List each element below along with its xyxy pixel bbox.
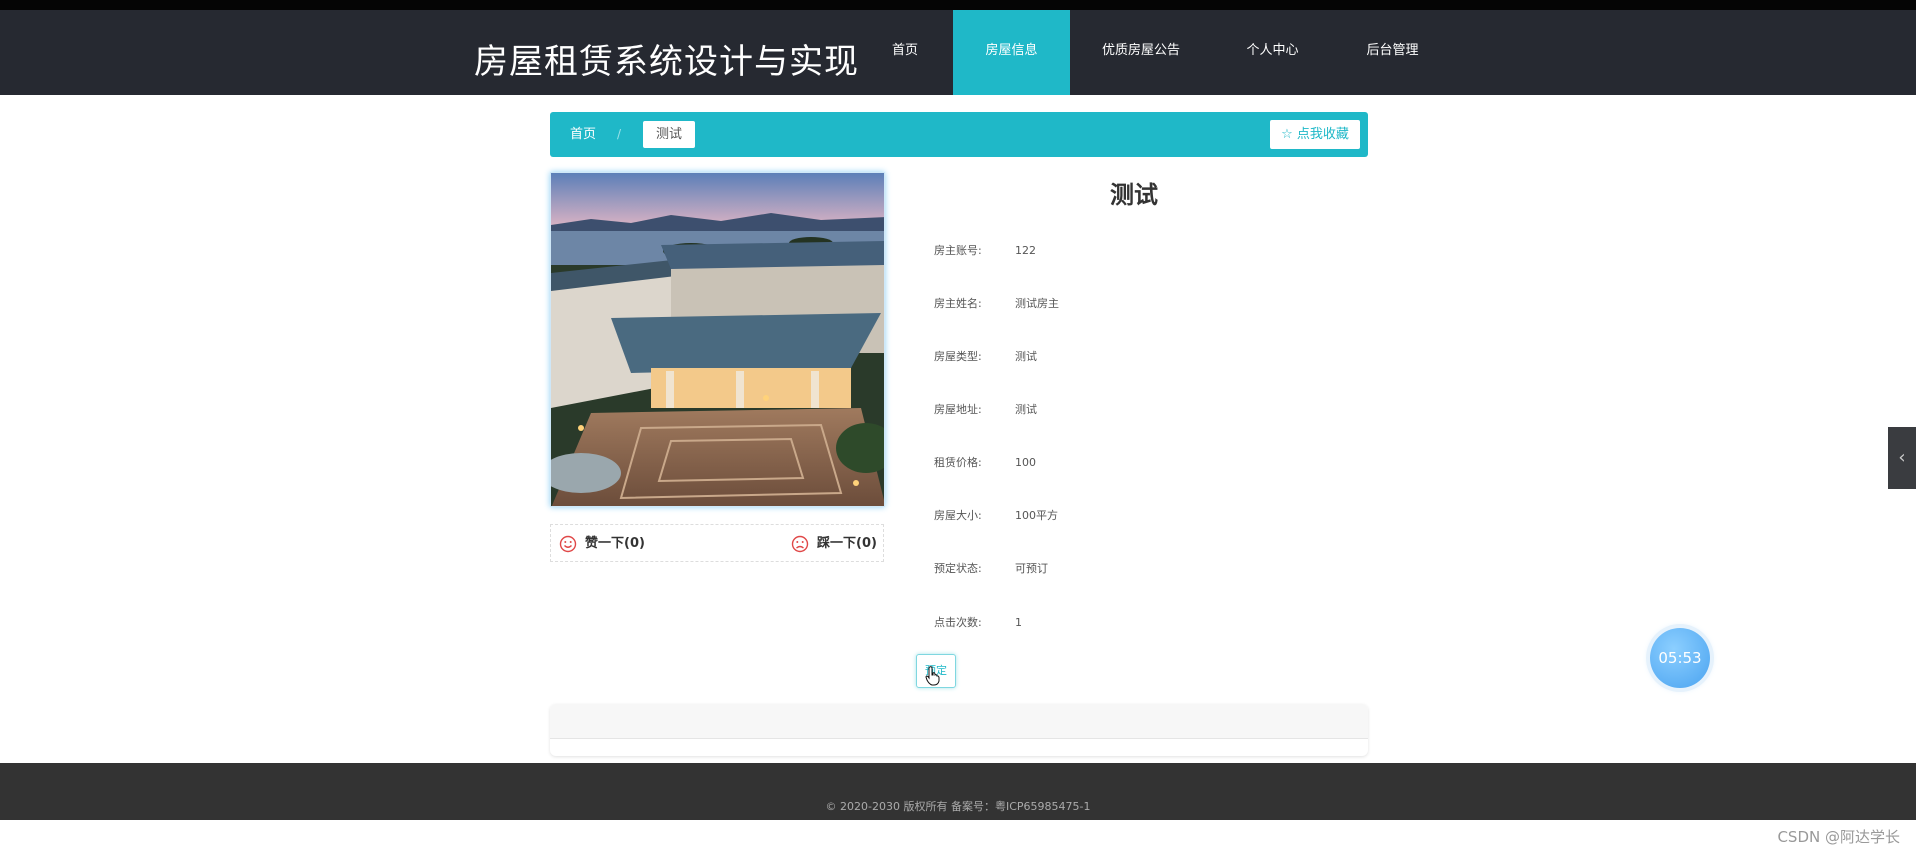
field-label: 点击次数: xyxy=(934,616,982,629)
house-image xyxy=(550,172,885,507)
field-label: 房屋地址: xyxy=(934,403,982,416)
field-value: 可预订 xyxy=(1015,562,1048,575)
breadcrumb-separator: / xyxy=(617,127,622,141)
like-label: 赞一下(0) xyxy=(585,536,645,551)
top-strip xyxy=(0,0,1916,10)
field-value: 测试 xyxy=(1015,403,1037,416)
field-value: 122 xyxy=(1015,244,1036,257)
comment-panel xyxy=(550,704,1368,756)
dislike-button[interactable]: 踩一下(0) xyxy=(791,525,877,563)
comment-panel-header xyxy=(550,704,1368,739)
breadcrumb-home[interactable]: 首页 xyxy=(570,112,596,157)
field-label: 预定状态: xyxy=(934,562,982,575)
breadcrumb: 首页 / 测试 ☆ 点我收藏 xyxy=(550,112,1368,157)
nav-house-info[interactable]: 房屋信息 xyxy=(953,10,1070,95)
breadcrumb-current: 测试 xyxy=(643,121,695,148)
frown-icon xyxy=(791,535,809,553)
field-row-reservation-status: 预定状态: 可预订 xyxy=(934,560,1048,576)
copyright-text: © 2020-2030 版权所有 备案号：粤ICP65985475-1 xyxy=(825,800,1091,813)
field-row-house-type: 房屋类型: 测试 xyxy=(934,348,1037,364)
nav-personal-center[interactable]: 个人中心 xyxy=(1230,10,1315,95)
favorite-button[interactable]: ☆ 点我收藏 xyxy=(1270,120,1360,149)
like-button[interactable]: 赞一下(0) xyxy=(559,525,645,563)
field-label: 租赁价格: xyxy=(934,456,982,469)
nav-home[interactable]: 首页 xyxy=(875,10,935,95)
field-row-house-address: 房屋地址: 测试 xyxy=(934,401,1037,417)
smile-icon xyxy=(559,535,577,553)
site-title: 房屋租赁系统设计与实现 xyxy=(474,42,859,82)
field-value: 测试 xyxy=(1015,350,1037,363)
field-row-house-size: 房屋大小: 100平方 xyxy=(934,507,1058,523)
dislike-label: 踩一下(0) xyxy=(817,536,877,551)
watermark: CSDN @阿达学长 xyxy=(1777,828,1900,846)
field-label: 房屋大小: xyxy=(934,509,982,522)
nav-admin[interactable]: 后台管理 xyxy=(1350,10,1435,95)
field-label: 房屋类型: xyxy=(934,350,982,363)
field-row-rent-price: 租赁价格: 100 xyxy=(934,454,1036,470)
chevron-left-icon: ‹ xyxy=(1898,447,1906,468)
footer: © 2020-2030 版权所有 备案号：粤ICP65985475-1 xyxy=(0,763,1916,820)
field-row-click-count: 点击次数: 1 xyxy=(934,614,1022,630)
field-label: 房主账号: xyxy=(934,244,982,257)
nav-quality-house-notice[interactable]: 优质房屋公告 xyxy=(1090,10,1192,95)
timer-badge: 05:53 xyxy=(1650,628,1710,688)
field-row-owner-account: 房主账号: 122 xyxy=(934,242,1036,258)
site-header: 房屋租赁系统设计与实现 首页 房屋信息 优质房屋公告 个人中心 后台管理 xyxy=(0,10,1916,95)
side-panel-toggle[interactable]: ‹ xyxy=(1888,427,1916,489)
hand-cursor-icon xyxy=(925,666,940,686)
field-label: 房主姓名: xyxy=(934,297,982,310)
field-value: 100平方 xyxy=(1015,509,1058,522)
field-value: 100 xyxy=(1015,456,1036,469)
vote-panel: 赞一下(0) 踩一下(0) xyxy=(550,524,884,562)
house-title: 测试 xyxy=(1110,181,1158,209)
field-value: 测试房主 xyxy=(1015,297,1059,310)
field-row-owner-name: 房主姓名: 测试房主 xyxy=(934,295,1059,311)
field-value: 1 xyxy=(1015,616,1022,629)
